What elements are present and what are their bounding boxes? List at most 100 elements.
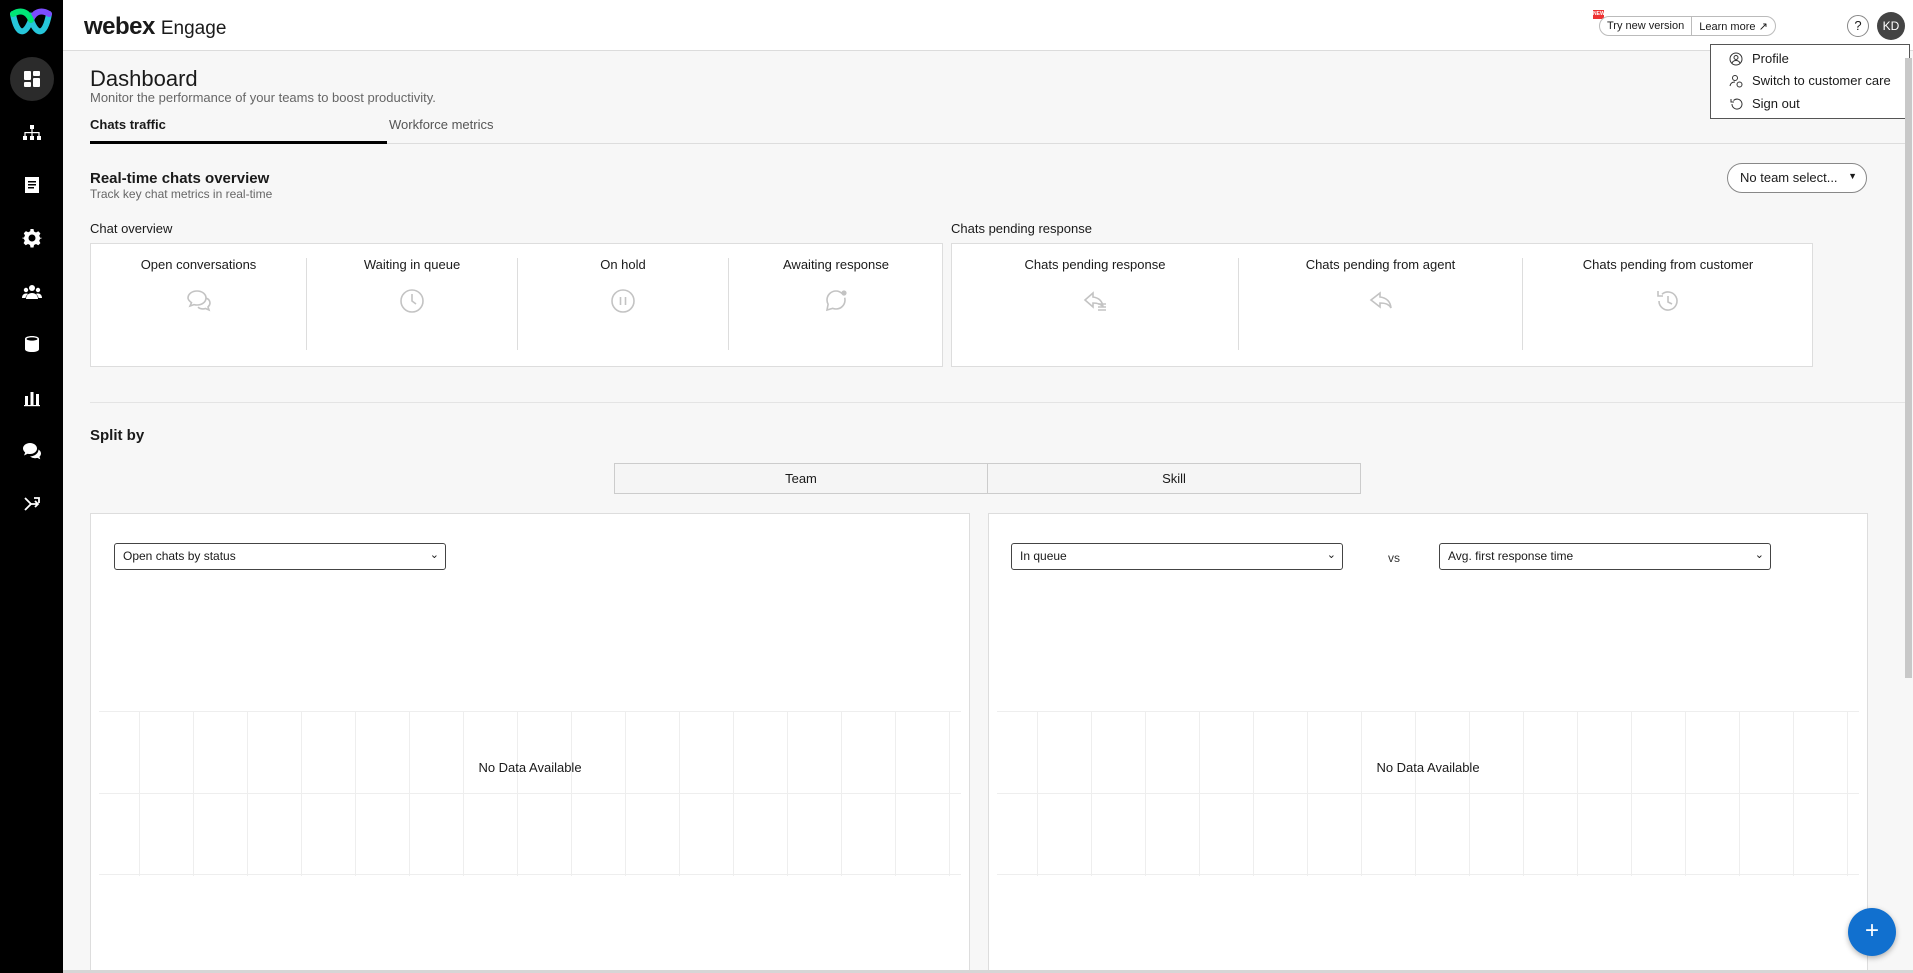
menu-item-sign-out[interactable]: Sign out xyxy=(1729,96,1800,111)
tabs: Chats traffic Workforce metrics xyxy=(90,117,1910,144)
nav-documents[interactable] xyxy=(10,163,54,207)
routing-icon xyxy=(24,497,40,511)
user-menu: Profile Switch to customer care Sign out xyxy=(1710,44,1910,119)
grid-line xyxy=(355,712,356,876)
metric-label: Chats pending response xyxy=(1024,257,1166,272)
database-icon xyxy=(25,336,39,352)
gear-icon xyxy=(22,229,42,248)
grid-line xyxy=(247,712,248,876)
pending-card: Chats pending response Chats pending fro… xyxy=(951,243,1813,367)
nav-settings[interactable] xyxy=(10,216,54,260)
metric-chats-pending-from-agent: Chats pending from agent xyxy=(1239,244,1522,368)
menu-item-label: Profile xyxy=(1752,51,1789,66)
clock-icon xyxy=(398,287,426,315)
webex-logo[interactable] xyxy=(9,6,53,42)
product-name: Engage xyxy=(160,18,227,39)
grid-line xyxy=(733,712,734,876)
reply-list-icon xyxy=(1081,287,1109,315)
menu-item-profile[interactable]: Profile xyxy=(1729,51,1789,66)
chat-bubble-icon xyxy=(822,287,850,315)
switch-user-icon xyxy=(1729,74,1743,87)
select-value: In queue xyxy=(1020,549,1067,563)
grid-line xyxy=(1415,712,1416,876)
no-data-message: No Data Available xyxy=(1376,760,1480,775)
sign-out-icon xyxy=(1730,98,1743,110)
grid-line xyxy=(1145,712,1146,876)
grid-line xyxy=(1523,712,1524,876)
left-chart-panel: Open chats by status ⌄ No Data Available xyxy=(90,513,970,973)
page-title: Dashboard xyxy=(90,66,198,91)
grid-line xyxy=(949,712,950,876)
grid-line xyxy=(895,712,896,876)
chat-icon xyxy=(23,443,41,460)
metric-chats-pending-response: Chats pending response xyxy=(952,244,1238,368)
nav-chats[interactable] xyxy=(10,429,54,473)
grid-line xyxy=(1577,712,1578,876)
grid-line xyxy=(1847,712,1848,876)
metric-label: Waiting in queue xyxy=(363,257,461,272)
bar-chart-icon xyxy=(24,392,40,407)
learn-more-link[interactable]: Learn more ↗ xyxy=(1691,17,1775,35)
menu-item-label: Sign out xyxy=(1752,96,1800,111)
main-content: Dashboard Monitor the performance of you… xyxy=(63,51,1913,973)
metric-label: Chats pending from customer xyxy=(1582,257,1754,272)
nav-organization[interactable] xyxy=(10,111,54,155)
avatar[interactable]: KD xyxy=(1877,12,1905,40)
split-by-title: Split by xyxy=(90,427,145,444)
chat-overview-card: Open conversations Waiting in queue On h… xyxy=(90,243,943,367)
chart-metric-select-a[interactable]: In queue ⌄ xyxy=(1011,543,1343,570)
team-select-dropdown[interactable]: No team select... ▼ xyxy=(1727,163,1867,193)
grid-line xyxy=(193,712,194,876)
chevron-down-icon: ⌄ xyxy=(1326,549,1336,561)
chart-metric-select-b[interactable]: Avg. first response time ⌄ xyxy=(1439,543,1771,570)
select-value: Open chats by status xyxy=(123,549,236,563)
grid-line xyxy=(1631,712,1632,876)
scrollbar[interactable] xyxy=(1905,58,1912,678)
split-option-skill[interactable]: Skill xyxy=(987,464,1360,493)
grid-line xyxy=(1361,712,1362,876)
nav-teams[interactable] xyxy=(10,270,54,314)
metric-label: Open conversations xyxy=(140,257,257,272)
chevron-down-icon: ⌄ xyxy=(429,549,439,561)
add-button[interactable]: + xyxy=(1848,908,1896,956)
grid-line xyxy=(1793,712,1794,876)
version-switch: Try new version Learn more ↗ xyxy=(1599,16,1776,36)
split-option-team[interactable]: Team xyxy=(615,464,987,493)
profile-icon xyxy=(1729,52,1743,65)
grid-line xyxy=(1739,712,1740,876)
team-icon xyxy=(22,285,42,299)
grid-line xyxy=(409,712,410,876)
nav-data[interactable] xyxy=(10,322,54,366)
try-new-version-button[interactable]: Try new version xyxy=(1600,17,1691,35)
grid-line xyxy=(679,712,680,876)
nav-routing[interactable] xyxy=(10,482,54,526)
brand-name: webex xyxy=(84,13,155,40)
grid-line xyxy=(1685,712,1686,876)
metric-label: Awaiting response xyxy=(783,257,889,272)
help-button[interactable]: ? xyxy=(1847,15,1869,37)
select-value: Avg. first response time xyxy=(1448,549,1574,563)
nav-reports[interactable] xyxy=(10,376,54,420)
grid-line xyxy=(517,712,518,876)
grid-line xyxy=(99,793,961,794)
vs-label: vs xyxy=(1388,551,1400,565)
left-chart-grid: No Data Available xyxy=(99,711,961,876)
reply-icon xyxy=(1367,287,1395,315)
chart-metric-select[interactable]: Open chats by status ⌄ xyxy=(114,543,446,570)
org-chart-icon xyxy=(23,125,41,140)
grid-line xyxy=(997,793,1859,794)
chat-overview-label: Chat overview xyxy=(90,221,173,236)
tab-workforce-metrics[interactable]: Workforce metrics xyxy=(389,117,494,144)
metric-label: On hold xyxy=(600,257,646,272)
chevron-down-icon: ⌄ xyxy=(1754,549,1764,561)
team-select-value: No team select... xyxy=(1740,170,1838,185)
nav-dashboard[interactable] xyxy=(10,57,54,101)
tab-chats-traffic[interactable]: Chats traffic xyxy=(90,117,387,144)
no-data-message: No Data Available xyxy=(478,760,582,775)
grid-line xyxy=(463,712,464,876)
grid-line xyxy=(301,712,302,876)
menu-item-switch[interactable]: Switch to customer care xyxy=(1729,73,1891,88)
metric-label: Chats pending from agent xyxy=(1305,257,1456,272)
grid-line xyxy=(139,712,140,876)
metric-awaiting-response: Awaiting response xyxy=(729,244,943,368)
